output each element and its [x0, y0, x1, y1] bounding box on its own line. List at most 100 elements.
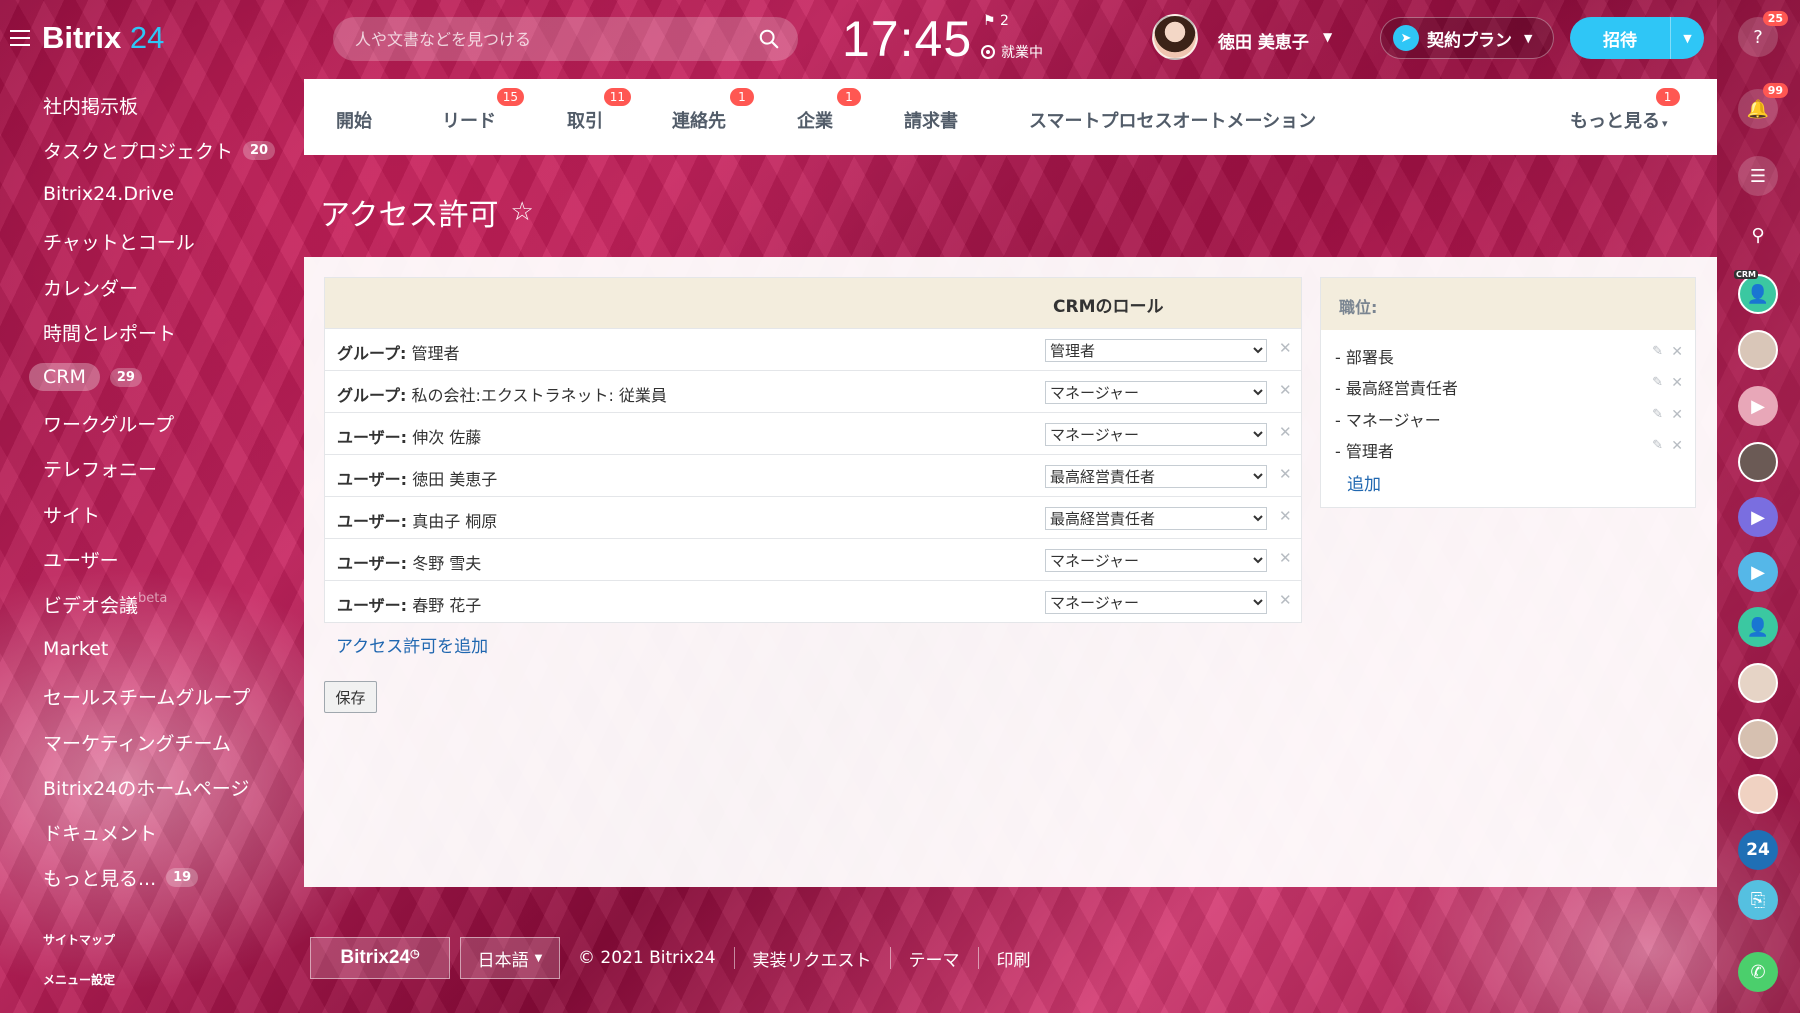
avatar[interactable] — [1738, 330, 1778, 370]
sidebar-item-telephony[interactable]: テレフォニー — [43, 455, 157, 482]
sidebar-item-workgroups[interactable]: ワークグループ — [43, 410, 174, 437]
crm-role-column-header: CRMのロール — [1053, 297, 1164, 317]
role-select[interactable]: 管理者マネージャー最高経営責任者部署長 — [1045, 465, 1267, 488]
invite-button[interactable]: 招待 ▼ — [1570, 17, 1704, 59]
role-select[interactable]: 管理者マネージャー最高経営責任者部署長 — [1045, 549, 1267, 572]
app-logo[interactable]: Bitrix 24 — [42, 20, 164, 56]
close-icon[interactable]: ✕ — [1671, 407, 1683, 423]
search-icon[interactable] — [758, 28, 780, 50]
close-icon[interactable]: ✕ — [1279, 381, 1292, 399]
theme-link[interactable]: テーマ — [909, 946, 960, 971]
flag-icon: ⚑ — [983, 13, 996, 29]
tab-more[interactable]: もっと見る ▾ 1 — [1570, 88, 1680, 133]
edit-icon[interactable]: ✎ — [1652, 344, 1663, 359]
close-icon[interactable]: ✕ — [1671, 375, 1683, 391]
video-chat-icon[interactable]: ▶ — [1738, 497, 1778, 537]
role-select[interactable]: 管理者マネージャー最高経営責任者部署長 — [1045, 591, 1267, 614]
edit-icon[interactable]: ✎ — [1652, 407, 1663, 422]
chevron-down-icon: ▼ — [534, 952, 543, 964]
right-sidebar: ? 25 🔔 99 ☰ ⚲ 👤 CRM ▶ ▶ ▶ 👤 24 ⎘ ✆ — [1717, 0, 1800, 1013]
sitemap-link[interactable]: サイトマップ — [43, 931, 115, 948]
sidebar-item-market[interactable]: Market — [43, 638, 108, 660]
close-icon[interactable]: ✕ — [1279, 591, 1292, 609]
language-selector[interactable]: 日本語 ▼ — [460, 937, 560, 979]
sidebar-item-drive[interactable]: Bitrix24.Drive — [43, 183, 174, 205]
sidebar-item-time-reports[interactable]: 時間とレポート — [43, 319, 176, 346]
clock[interactable]: 17:45 — [842, 10, 972, 68]
flag-count[interactable]: ⚑ 2 — [983, 13, 1009, 29]
hamburger-menu-icon[interactable] — [10, 30, 30, 46]
close-icon[interactable]: ✕ — [1279, 423, 1292, 441]
tab-contacts[interactable]: 連絡先 1 — [672, 88, 754, 133]
save-button[interactable]: 保存 — [324, 681, 377, 713]
chevron-down-icon[interactable]: ▼ — [1671, 32, 1704, 45]
help-icon[interactable]: ? 25 — [1738, 11, 1788, 57]
sidebar-item-homepage[interactable]: Bitrix24のホームページ — [43, 774, 249, 801]
close-icon[interactable]: ✕ — [1279, 549, 1292, 567]
chevron-down-icon[interactable]: ▼ — [1323, 30, 1332, 44]
top-bar: Bitrix 24 17:45 ⚑ 2 就業中 徳田 美恵子 ▼ ➤ 契約プラン… — [0, 0, 1800, 78]
print-link[interactable]: 印刷 — [997, 946, 1031, 971]
role-select[interactable]: 管理者マネージャー最高経営責任者部署長 — [1045, 381, 1267, 404]
avatar[interactable] — [1738, 663, 1778, 703]
close-icon[interactable]: ✕ — [1671, 438, 1683, 454]
sidebar-item-tasks[interactable]: タスクとプロジェクト 20 — [43, 137, 276, 164]
chevron-down-icon: ▼ — [1524, 31, 1533, 45]
role-select[interactable]: 管理者マネージャー最高経営責任者部署長 — [1045, 339, 1267, 362]
add-position-link[interactable]: 追加 — [1347, 470, 1381, 495]
close-icon[interactable]: ✕ — [1279, 507, 1292, 525]
sidebar-item-sales-team[interactable]: セールスチームグループ — [43, 683, 250, 710]
document-icon[interactable]: ⎘ — [1738, 880, 1778, 920]
tab-invoices[interactable]: 請求書 — [904, 107, 958, 133]
role-select[interactable]: 管理者マネージャー最高経営責任者部署長 — [1045, 507, 1267, 530]
bell-icon[interactable]: 🔔 99 — [1738, 83, 1788, 129]
roles-table-header: CRMのロール — [325, 278, 1301, 328]
sidebar-item-more[interactable]: もっと見る... 19 — [43, 864, 199, 891]
table-row: ユーザー: 真由子 桐原 管理者マネージャー最高経営責任者部署長 ✕ — [325, 496, 1301, 538]
tab-smart-process[interactable]: スマートプロセスオートメーション — [1029, 107, 1316, 133]
footer-logo[interactable]: Bitrix24 ◷ — [310, 937, 450, 979]
search-icon[interactable]: ⚲ — [1738, 215, 1778, 255]
user-name[interactable]: 徳田 美恵子 — [1218, 28, 1309, 53]
role-select[interactable]: 管理者マネージャー最高経営責任者部署長 — [1045, 423, 1267, 446]
user-icon[interactable]: 👤 — [1738, 607, 1778, 647]
work-status[interactable]: 就業中 — [981, 42, 1043, 62]
close-icon[interactable]: ✕ — [1671, 344, 1683, 360]
implementation-request-link[interactable]: 実装リクエスト — [753, 946, 872, 971]
sidebar-item-feed[interactable]: 社内掲示板 — [43, 92, 138, 119]
avatar[interactable] — [1738, 442, 1778, 482]
edit-icon[interactable]: ✎ — [1652, 375, 1663, 390]
sidebar-item-documents[interactable]: ドキュメント — [43, 819, 157, 846]
close-icon[interactable]: ✕ — [1279, 339, 1292, 357]
tab-companies[interactable]: 企業 1 — [797, 88, 861, 133]
sidebar-item-chat[interactable]: チャットとコール — [43, 228, 195, 255]
tab-leads[interactable]: リード 15 — [442, 88, 524, 133]
rocket-icon: ➤ — [1393, 25, 1419, 51]
edit-icon[interactable]: ✎ — [1652, 438, 1663, 453]
video-chat-icon[interactable]: ▶ — [1738, 386, 1778, 426]
avatar[interactable] — [1738, 774, 1778, 814]
sidebar-item-sites[interactable]: サイト — [43, 501, 100, 528]
avatar[interactable] — [1738, 719, 1778, 759]
close-icon[interactable]: ✕ — [1279, 465, 1292, 483]
add-access-permission-link[interactable]: アクセス許可を追加 — [336, 632, 488, 657]
sidebar-item-calendar[interactable]: カレンダー — [43, 274, 138, 301]
sidebar-item-video-conference[interactable]: ビデオ会議 beta — [43, 591, 167, 618]
tab-start[interactable]: 開始 — [336, 107, 372, 133]
table-row: ユーザー: 伸次 佐藤 管理者マネージャー最高経営責任者部署長 ✕ — [325, 412, 1301, 454]
search-box[interactable] — [333, 17, 798, 61]
sidebar-item-marketing-team[interactable]: マーケティングチーム — [43, 729, 231, 756]
video-chat-icon[interactable]: ▶ — [1738, 552, 1778, 592]
phone-icon[interactable]: ✆ — [1738, 952, 1778, 992]
sidebar-item-users[interactable]: ユーザー — [43, 546, 119, 573]
plan-button[interactable]: ➤ 契約プラン ▼ — [1380, 17, 1554, 59]
messages-icon[interactable]: ☰ — [1738, 156, 1778, 196]
star-icon[interactable]: ☆ — [511, 197, 534, 227]
bitrix24-icon[interactable]: 24 — [1738, 830, 1778, 870]
user-avatar[interactable] — [1152, 14, 1198, 60]
search-input[interactable] — [355, 27, 755, 51]
menu-settings-link[interactable]: メニュー設定 — [43, 971, 115, 988]
tab-deals[interactable]: 取引 11 — [567, 88, 631, 133]
crm-contact-icon[interactable]: 👤 CRM — [1734, 270, 1778, 314]
sidebar-item-crm[interactable]: CRM 29 — [29, 363, 142, 391]
